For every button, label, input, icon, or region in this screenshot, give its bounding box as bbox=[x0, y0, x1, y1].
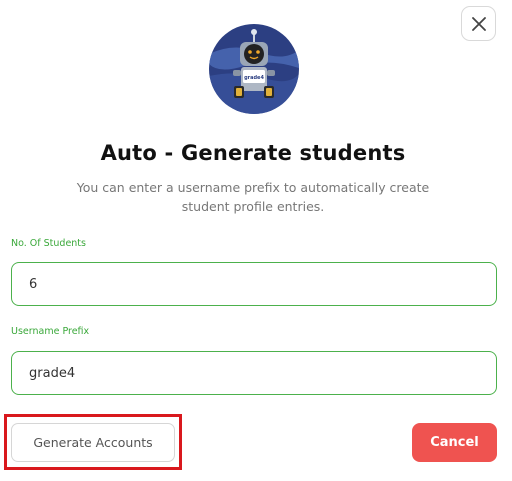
dialog-title: Auto - Generate students bbox=[100, 141, 406, 165]
robot-sign-text: grade4 bbox=[244, 75, 264, 81]
students-count-label: No. Of Students bbox=[11, 238, 86, 249]
username-prefix-label: Username Prefix bbox=[11, 326, 90, 337]
username-prefix-input[interactable] bbox=[11, 351, 497, 395]
close-button[interactable] bbox=[461, 6, 496, 41]
dialog-description: You can enter a username prefix to autom… bbox=[76, 180, 430, 214]
generate-accounts-button[interactable]: Generate Accounts bbox=[11, 423, 175, 462]
students-count-input[interactable] bbox=[11, 262, 497, 306]
cancel-button[interactable]: Cancel bbox=[412, 423, 497, 462]
close-icon bbox=[471, 16, 486, 31]
robot-avatar: grade4 bbox=[209, 24, 299, 114]
